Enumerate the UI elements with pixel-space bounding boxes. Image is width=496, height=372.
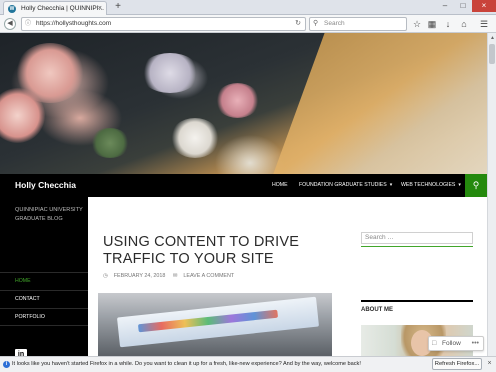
header-image [0,33,487,174]
page-scrollbar[interactable]: ▲ [487,33,496,356]
site-header: Holly Checchia HOME FOUNDATION GRADUATE … [0,174,487,197]
url-bar[interactable]: ⓘ https://hollysthoughts.com ↻ [21,17,306,31]
info-icon[interactable]: ⓘ [25,20,33,28]
search-underline [361,246,473,247]
menu-item-foundation-graduate-studies[interactable]: FOUNDATION GRADUATE STUDIES ▾ [299,182,392,188]
search-placeholder: Search [324,20,345,27]
main-content: USING CONTENT TO DRIVE TRAFFIC TO YOUR S… [88,197,344,356]
left-sidebar: QUINNIPIAC UNIVERSITY GRADUATE BLOG HOME… [0,197,88,356]
white-flower [170,118,220,158]
notification-message: It looks like you haven't started Firefo… [12,361,361,367]
wordpress-favicon-icon: W [8,5,16,13]
clock-icon: ◷ [103,273,108,279]
download-icon[interactable]: ↓ [442,18,454,30]
widget-divider [361,300,473,302]
bookmark-star-icon[interactable]: ☆ [411,18,423,30]
menu-item-web-technologies[interactable]: WEB TECHNOLOGIES ▾ [401,182,461,188]
header-image-blanket [270,33,487,174]
scroll-up-icon[interactable]: ▲ [489,35,496,41]
post-title[interactable]: USING CONTENT TO DRIVE TRAFFIC TO YOUR S… [103,234,335,268]
minimize-button[interactable]: – [436,0,454,12]
url-text: https://hollysthoughts.com [36,20,112,27]
scrollbar-thumb[interactable] [489,44,495,64]
menu-icon[interactable]: ☰ [478,18,490,30]
notification-bar: i It looks like you haven't started Fire… [0,356,496,372]
lilac-flower [140,53,200,93]
tab-title: Holly Checchia | QUINNIPI... [21,5,104,12]
follow-label: Follow [442,340,461,347]
site-title[interactable]: Holly Checchia [15,180,76,190]
new-tab-button[interactable]: + [111,0,125,14]
caret-down-icon: ▾ [458,182,461,188]
follow-icon: □ [432,340,437,347]
sidebar-item-contact[interactable]: CONTACT [0,290,88,308]
web-page: Holly Checchia HOME FOUNDATION GRADUATE … [0,33,487,356]
post-date[interactable]: FEBRUARY 24, 2018 [114,273,166,279]
search-input[interactable]: ⚲ Search [309,17,407,31]
home-icon[interactable]: ⌂ [458,18,470,30]
sidebar-search-input[interactable]: Search … [361,232,473,244]
back-button[interactable]: ◀ [4,18,16,30]
tab-close-icon[interactable]: × [98,2,102,15]
reading-list-icon[interactable]: ▦ [426,18,438,30]
sidebar-item-portfolio[interactable]: PORTFOLIO [0,308,88,326]
leave-comment-link[interactable]: LEAVE A COMMENT [183,273,234,279]
info-icon: i [3,361,10,368]
comment-icon: ✉ [172,273,178,279]
site-description: QUINNIPIAC UNIVERSITY GRADUATE BLOG [15,207,83,222]
notification-close-icon[interactable]: × [485,357,494,370]
follow-button[interactable]: □ Follow ••• [428,336,484,351]
more-options-icon[interactable]: ••• [472,337,479,350]
post-meta: ◷ FEBRUARY 24, 2018 ✉ LEAVE A COMMENT [103,273,240,279]
search-icon: ⚲ [313,20,319,27]
tab-strip: W Holly Checchia | QUINNIPI... × + – □ × [0,0,496,15]
sidebar-item-home[interactable]: HOME [0,272,88,290]
linkedin-icon[interactable]: in [15,349,27,356]
site-search-icon[interactable]: ⚲ [465,174,487,197]
about-me-heading: ABOUT ME [361,307,393,313]
menu-item-home[interactable]: HOME [272,182,288,188]
window-close-button[interactable]: × [472,0,496,12]
right-sidebar: Search … ABOUT ME [344,197,487,356]
browser-window: W Holly Checchia | QUINNIPI... × + – □ ×… [0,0,496,372]
post-featured-image[interactable] [98,293,332,356]
maximize-button[interactable]: □ [454,0,472,12]
caret-down-icon: ▾ [389,182,393,188]
navigation-toolbar: ◀ ⓘ https://hollysthoughts.com ↻ ⚲ Searc… [0,15,496,33]
browser-tab[interactable]: W Holly Checchia | QUINNIPI... × [3,1,107,15]
leaf-shape [90,128,130,158]
pink-flower [215,83,260,118]
refresh-firefox-button[interactable]: Refresh Firefox... [432,358,482,370]
reload-icon[interactable]: ↻ [295,18,301,30]
